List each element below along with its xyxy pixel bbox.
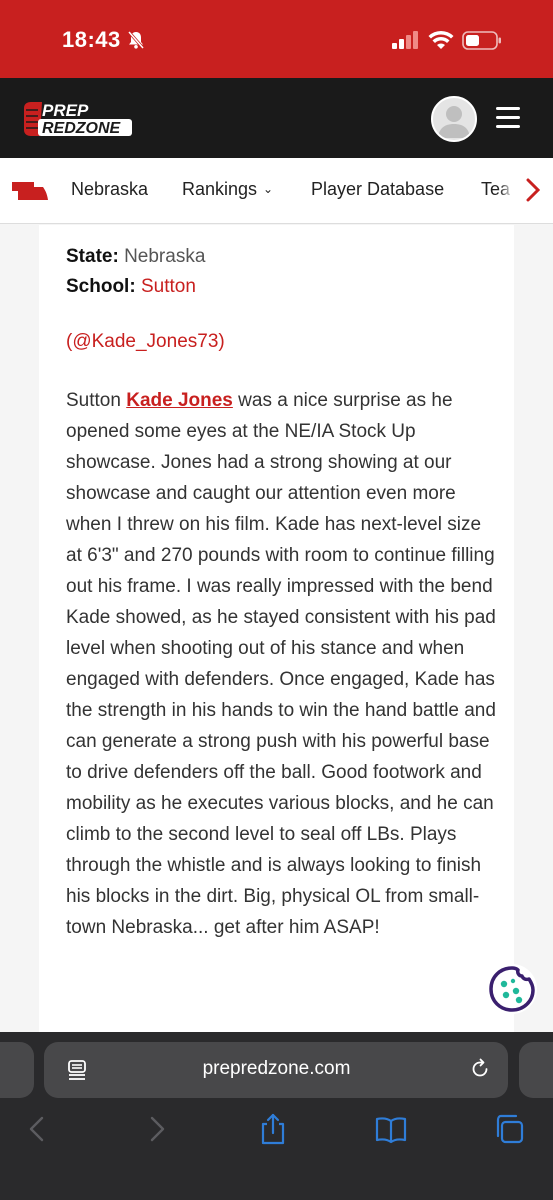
share-icon[interactable] [256,1112,290,1146]
forward-icon[interactable] [140,1112,174,1146]
signal-icon [392,31,418,49]
article-lead: Sutton [66,390,127,411]
twitter-handle-link[interactable]: (@Kade_Jones73) [66,331,225,353]
user-icon [438,106,470,138]
back-icon[interactable] [22,1112,56,1146]
logo-line2: REDZONE [42,120,122,137]
status-time: 18:43 [62,27,121,52]
avatar[interactable] [431,96,477,142]
article-text: was a nice surprise as he opened some ey… [66,390,496,938]
school-link[interactable]: Sutton [141,276,196,297]
bell-off-icon [127,31,145,49]
reload-icon[interactable] [469,1058,491,1080]
school-label: School: [66,276,136,297]
state-nav-bar: Nebraska Rankings ⌄ Player Database Tea [0,158,553,224]
player-link[interactable]: Kade Jones [126,390,233,411]
state-row: State: Nebraska [66,246,205,268]
nav-item-player-database[interactable]: Player Database [311,179,444,200]
nav-item-rankings-label: Rankings [182,179,258,199]
nav-scroll-right-button[interactable] [512,158,553,223]
article-body: Sutton Kade Jones was a nice surprise as… [66,385,496,943]
chevron-right-icon [526,178,540,202]
state-value: Nebraska [124,246,206,267]
nebraska-state-icon[interactable] [12,181,50,201]
logo-line1: PREP [42,101,89,120]
battery-icon [462,31,501,50]
state-label: State: [66,246,119,267]
nav-item-rankings[interactable]: Rankings ⌄ [182,179,273,200]
nav-item-nebraska[interactable]: Nebraska [71,179,148,200]
chevron-down-icon: ⌄ [263,182,274,196]
menu-button[interactable] [496,107,520,129]
wifi-icon [428,30,454,49]
cookie-icon[interactable] [485,962,539,1016]
nav-item-teams[interactable]: Tea [481,179,510,200]
school-row: School: Sutton [66,276,196,298]
prep-redzone-logo[interactable]: PREP REDZONE [18,98,134,140]
bookmarks-icon[interactable] [374,1112,408,1146]
tabs-icon[interactable] [492,1112,526,1146]
